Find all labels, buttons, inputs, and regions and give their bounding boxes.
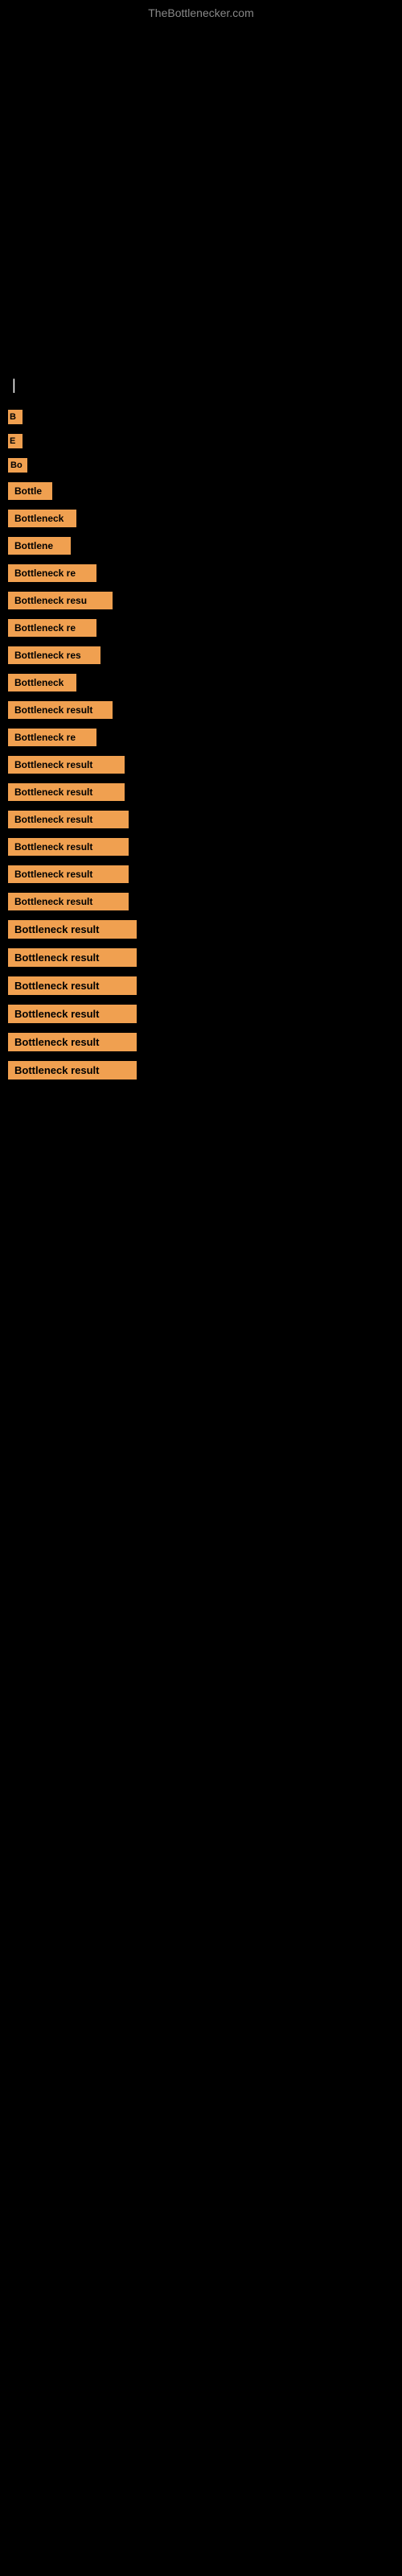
main-content: | BE Bo Bottle Bottleneck Bottlene Bottleneck… xyxy=(0,377,402,1080)
bottleneck-badge: Bottleneck result xyxy=(8,976,137,995)
bottleneck-badge: Bottleneck result xyxy=(8,948,137,967)
list-item: Bottleneck result xyxy=(8,756,394,774)
list-item: Bottlene xyxy=(8,537,394,555)
list-item: Bottleneck result xyxy=(8,1005,394,1023)
bottleneck-badge: Bottleneck re xyxy=(8,564,96,582)
bottleneck-badge: Bottle xyxy=(8,482,52,500)
bottleneck-badge: Bottleneck re xyxy=(8,729,96,746)
bottleneck-badge: Bottleneck result xyxy=(8,920,137,939)
list-item: Bottleneck result xyxy=(8,783,394,801)
bottleneck-badge: Bottleneck result xyxy=(8,811,129,828)
list-item: Bo xyxy=(8,458,394,473)
site-header: TheBottlenecker.com xyxy=(0,0,402,23)
list-item: B xyxy=(8,410,394,424)
site-title: TheBottlenecker.com xyxy=(0,0,402,23)
bottleneck-badge: Bottleneck xyxy=(8,510,76,527)
bottleneck-badge: Bottleneck re xyxy=(8,619,96,637)
list-item: E xyxy=(8,434,394,448)
list-item: Bottleneck re xyxy=(8,619,394,637)
list-item: Bottleneck xyxy=(8,510,394,527)
bottleneck-badge: Bottleneck result xyxy=(8,838,129,856)
bottleneck-badge: E xyxy=(8,434,23,448)
bottleneck-badge: Bottleneck result xyxy=(8,756,125,774)
list-item: Bottle xyxy=(8,482,394,500)
bottleneck-badge: Bottleneck result xyxy=(8,701,113,719)
list-item: Bottleneck res xyxy=(8,646,394,664)
bottleneck-badge: Bottlene xyxy=(8,537,71,555)
list-item: Bottleneck result xyxy=(8,838,394,856)
list-item: Bottleneck result xyxy=(8,976,394,995)
cursor: | xyxy=(12,377,394,394)
list-item: Bottleneck result xyxy=(8,811,394,828)
bottleneck-badge: Bottleneck result xyxy=(8,1005,137,1023)
list-item: Bottleneck result xyxy=(8,1033,394,1051)
list-item: Bottleneck result xyxy=(8,1061,394,1080)
bottleneck-badge: Bottleneck result xyxy=(8,1061,137,1080)
bottleneck-badge: Bottleneck res xyxy=(8,646,100,664)
list-item: Bottleneck result xyxy=(8,701,394,719)
bottleneck-badge: Bottleneck result xyxy=(8,783,125,801)
list-item: Bottleneck resu xyxy=(8,592,394,609)
bottleneck-badge: Bottleneck resu xyxy=(8,592,113,609)
list-item: Bottleneck result xyxy=(8,920,394,939)
list-item: Bottleneck re xyxy=(8,729,394,746)
list-item: Bottleneck result xyxy=(8,865,394,883)
bottleneck-badge: Bottleneck xyxy=(8,674,76,691)
bottleneck-badge: Bo xyxy=(8,458,27,473)
list-item: Bottleneck xyxy=(8,674,394,691)
list-item: Bottleneck result xyxy=(8,893,394,910)
list-item: Bottleneck result xyxy=(8,948,394,967)
bottleneck-badge: Bottleneck result xyxy=(8,893,129,910)
bottleneck-badge: B xyxy=(8,410,23,424)
bottleneck-badge: Bottleneck result xyxy=(8,1033,137,1051)
items-container: BE Bo Bottle Bottleneck Bottlene Bottleneck r… xyxy=(8,410,394,1080)
list-item: Bottleneck re xyxy=(8,564,394,582)
bottleneck-badge: Bottleneck result xyxy=(8,865,129,883)
